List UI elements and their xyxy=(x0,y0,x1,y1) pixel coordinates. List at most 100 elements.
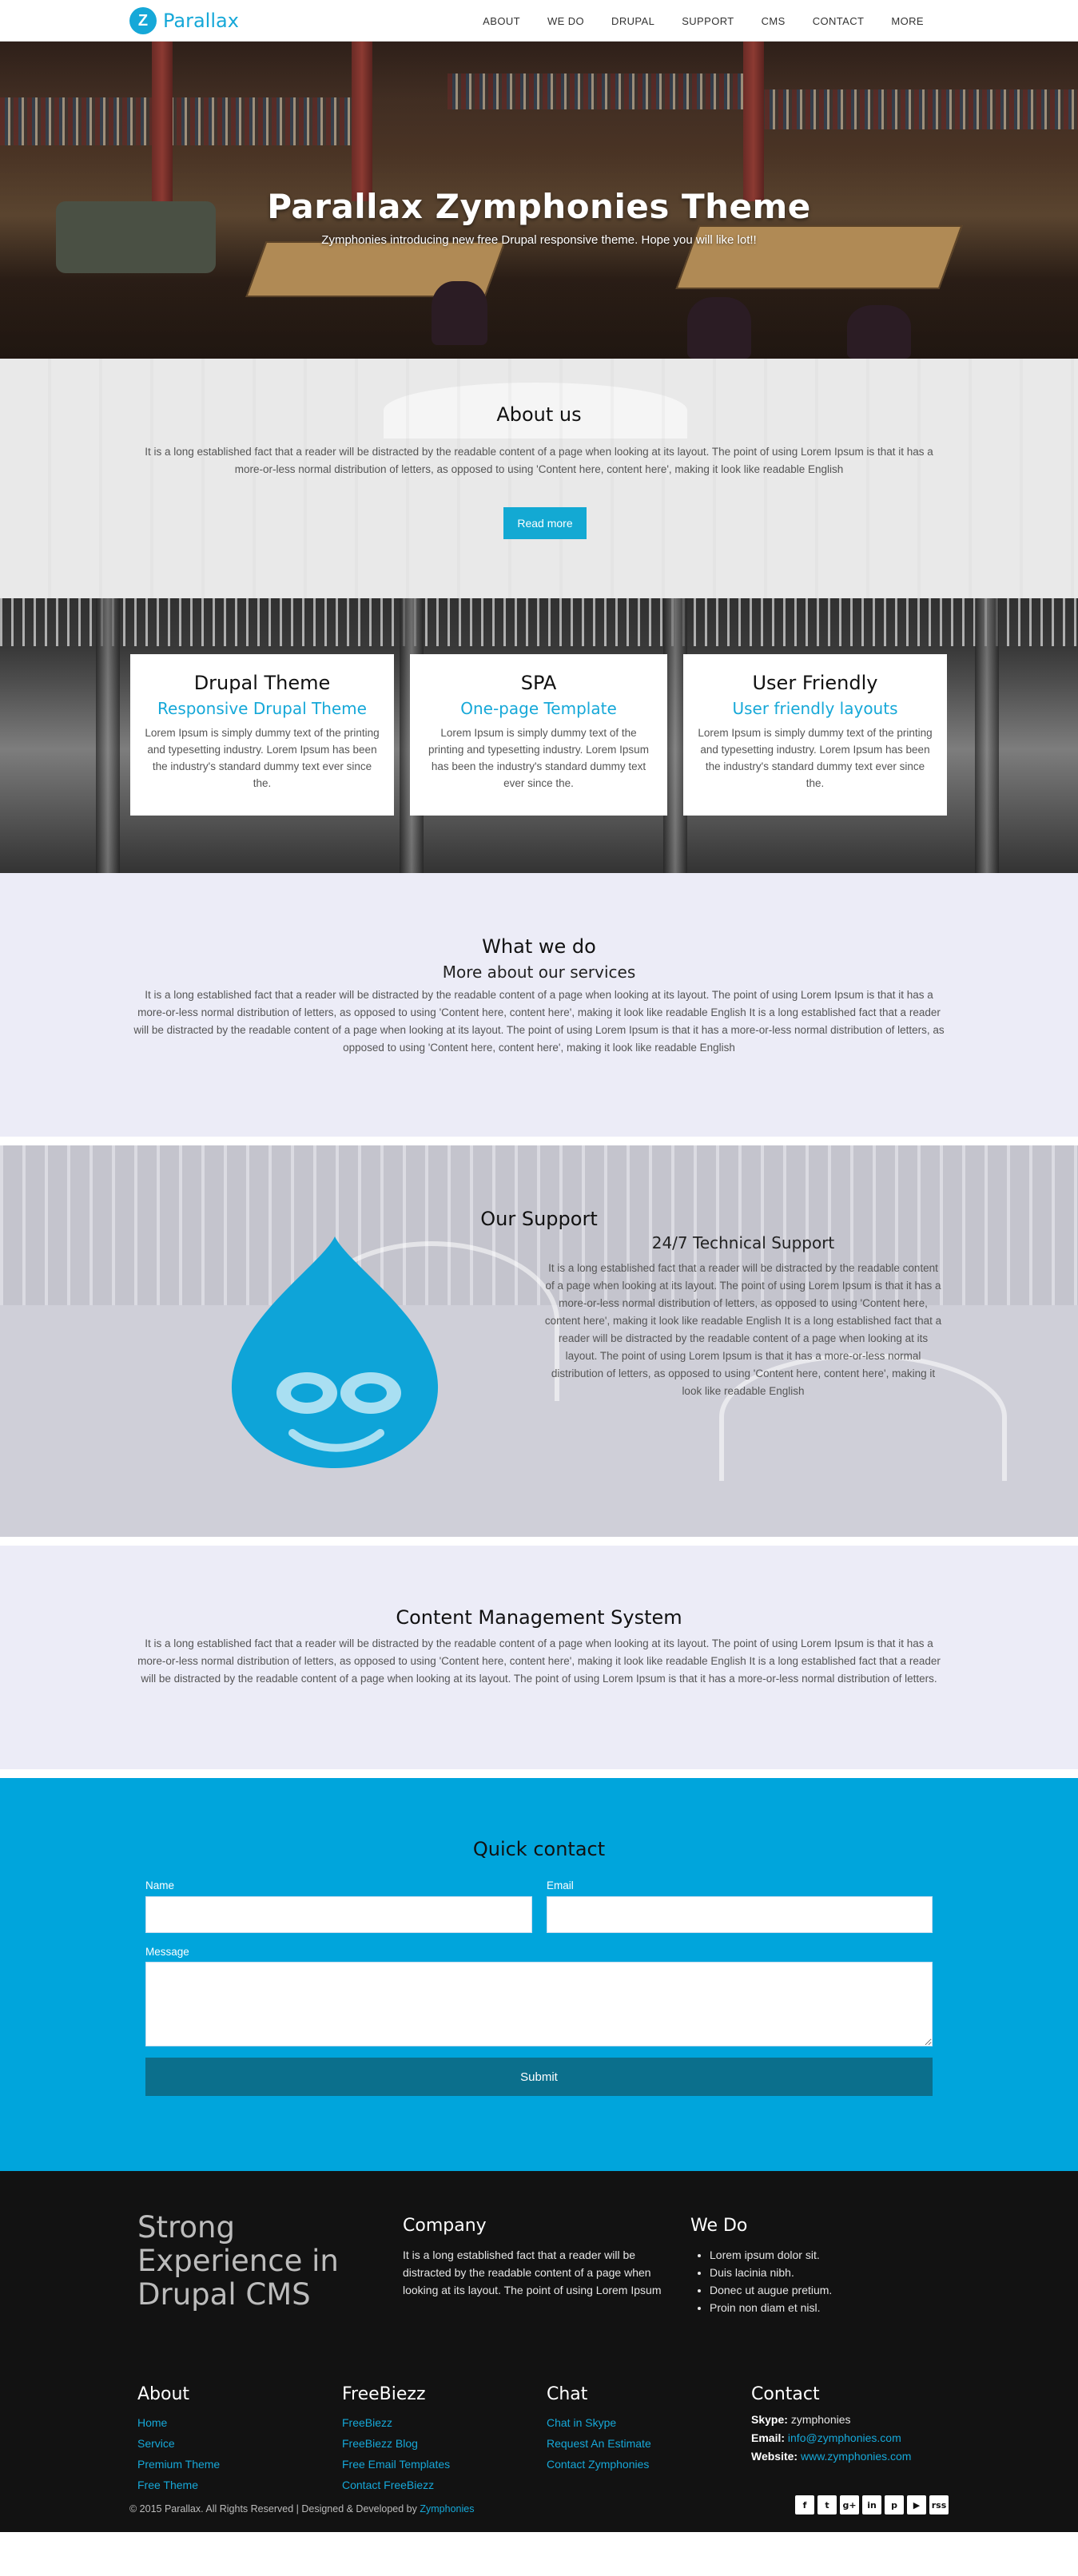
linkedin-icon[interactable]: in xyxy=(862,2495,881,2514)
submit-button[interactable]: Submit xyxy=(145,2058,933,2096)
footer-contact-title: Contact xyxy=(751,2384,820,2404)
menu-item-drupal[interactable]: DRUPAL xyxy=(598,15,668,27)
name-input[interactable] xyxy=(145,1896,532,1933)
copyright-link[interactable]: Zymphonies xyxy=(420,2503,474,2514)
what-we-do-text: It is a long established fact that a rea… xyxy=(133,989,945,1054)
main-menu: ABOUT WE DO DRUPAL SUPPORT CMS CONTACT M… xyxy=(469,0,937,42)
footer-company-text: It is a long established fact that a rea… xyxy=(403,2249,662,2296)
background-beams xyxy=(0,598,1078,646)
pillar-decoration xyxy=(352,42,372,201)
logo-icon: Z xyxy=(129,7,157,34)
site-name: Parallax xyxy=(163,10,239,32)
feature-title: User Friendly xyxy=(752,672,878,694)
website-link[interactable]: www.zymphonies.com xyxy=(801,2450,912,2463)
email-link[interactable]: info@zymphonies.com xyxy=(788,2431,901,2444)
footer-link-free-email-templates[interactable]: Free Email Templates xyxy=(342,2454,450,2475)
contact-title: Quick contact xyxy=(472,1838,606,1860)
footer-about-links: Home Service Premium Theme Free Theme xyxy=(137,2412,220,2495)
contact-section: Quick contact Name Email Message Submit xyxy=(0,1778,1078,2171)
contact-website: Website: www.zymphonies.com xyxy=(751,2450,911,2463)
brand[interactable]: Z Parallax xyxy=(129,7,239,34)
copyright: © 2015 Parallax. All Rights Reserved | D… xyxy=(129,2503,474,2514)
background-pattern xyxy=(0,359,1078,598)
about-title: About us xyxy=(496,403,582,426)
footer-chat-links: Chat in Skype Request An Estimate Contac… xyxy=(547,2412,651,2475)
chair-decoration xyxy=(847,305,911,359)
email-input[interactable] xyxy=(547,1896,933,1933)
footer-link-freebiezz[interactable]: FreeBiezz xyxy=(342,2412,450,2433)
read-more-button[interactable]: Read more xyxy=(503,507,587,539)
top-navbar: Z Parallax ABOUT WE DO DRUPAL SUPPORT CM… xyxy=(0,0,1078,42)
menu-item-more[interactable]: MORE xyxy=(877,15,937,27)
cms-title: Content Management System xyxy=(396,1606,682,1629)
footer-link-service[interactable]: Service xyxy=(137,2433,220,2454)
name-label: Name xyxy=(145,1879,175,1891)
hero-subtitle: Zymphonies introducing new free Drupal r… xyxy=(321,233,757,247)
support-section: Our Support 24/7 Technical Support It is… xyxy=(0,1145,1078,1537)
footer-link-free-theme[interactable]: Free Theme xyxy=(137,2475,220,2495)
footer-chat-title: Chat xyxy=(547,2384,588,2404)
footer-we-do-title: We Do xyxy=(690,2216,748,2236)
pillar-decoration xyxy=(152,42,173,201)
footer-link-home[interactable]: Home xyxy=(137,2412,220,2433)
what-we-do-section: What we do More about our services It is… xyxy=(0,873,1078,1137)
menu-item-we-do[interactable]: WE DO xyxy=(534,15,598,27)
footer-about-title: About xyxy=(137,2384,190,2404)
contact-skype: Skype: zymphonies xyxy=(751,2413,851,2426)
cms-text: It is a long established fact that a rea… xyxy=(137,1637,941,1685)
list-item: Lorem ipsum dolor sit. xyxy=(710,2246,832,2264)
pinterest-icon[interactable]: p xyxy=(885,2495,904,2514)
support-text: It is a long established fact that a rea… xyxy=(544,1262,942,1397)
menu-item-support[interactable]: SUPPORT xyxy=(668,15,747,27)
skype-label: Skype: xyxy=(751,2413,788,2426)
list-item: Proin non diam et nisl. xyxy=(710,2299,832,2316)
hero-title: Parallax Zymphonies Theme xyxy=(267,187,811,226)
message-textarea[interactable] xyxy=(145,1962,933,2046)
footer-we-do-list: Lorem ipsum dolor sit. Duis lacinia nibh… xyxy=(710,2246,832,2316)
feature-title: SPA xyxy=(520,672,557,694)
menu-item-cms[interactable]: CMS xyxy=(748,15,799,27)
bookshelf-decoration xyxy=(448,73,751,109)
footer: Strong Experience in Drupal CMS Company … xyxy=(0,2171,1078,2532)
chair-decoration xyxy=(687,297,751,359)
email-label: Email: xyxy=(751,2431,786,2444)
social-links: f t g+ in p ▶ rss xyxy=(795,2495,949,2514)
twitter-icon[interactable]: t xyxy=(817,2495,837,2514)
drupal-drop-icon xyxy=(231,1236,439,1468)
menu-item-about[interactable]: ABOUT xyxy=(469,15,534,27)
footer-freebiezz-title: FreeBiezz xyxy=(342,2384,426,2404)
support-subtitle: 24/7 Technical Support xyxy=(651,1233,835,1252)
list-item: Duis lacinia nibh. xyxy=(710,2264,832,2281)
section-divider xyxy=(0,1137,1078,1145)
footer-tagline: Strong Experience in Drupal CMS xyxy=(137,2210,339,2312)
feature-subtitle: Responsive Drupal Theme xyxy=(157,699,367,718)
menu-item-contact[interactable]: CONTACT xyxy=(799,15,878,27)
feature-text: Lorem Ipsum is simply dummy text of the … xyxy=(698,727,933,789)
footer-freebiezz-links: FreeBiezz FreeBiezz Blog Free Email Temp… xyxy=(342,2412,450,2495)
skype-value: zymphonies xyxy=(790,2413,851,2426)
rss-icon[interactable]: rss xyxy=(929,2495,949,2514)
feature-subtitle: One-page Template xyxy=(460,699,617,718)
footer-link-freebiezz-blog[interactable]: FreeBiezz Blog xyxy=(342,2433,450,2454)
feature-card-drupal-theme: Drupal Theme Responsive Drupal Theme Lor… xyxy=(130,654,394,816)
feature-text: Lorem Ipsum is simply dummy text of the … xyxy=(145,727,380,789)
youtube-icon[interactable]: ▶ xyxy=(907,2495,926,2514)
google-plus-icon[interactable]: g+ xyxy=(840,2495,859,2514)
about-section: About us It is a long established fact t… xyxy=(0,359,1078,598)
footer-link-contact-freebiezz[interactable]: Contact FreeBiezz xyxy=(342,2475,450,2495)
footer-link-chat-in-skype[interactable]: Chat in Skype xyxy=(547,2412,651,2433)
footer-link-contact-zymphonies[interactable]: Contact Zymphonies xyxy=(547,2454,651,2475)
section-divider xyxy=(0,1537,1078,1546)
footer-link-premium-theme[interactable]: Premium Theme xyxy=(137,2454,220,2475)
cms-section: Content Management System It is a long e… xyxy=(0,1546,1078,1769)
chair-decoration xyxy=(432,281,487,345)
feature-card-user-friendly: User Friendly User friendly layouts Lore… xyxy=(683,654,947,816)
hero-banner: Parallax Zymphonies Theme Zymphonies int… xyxy=(0,42,1078,359)
support-title: Our Support xyxy=(480,1208,598,1230)
section-divider xyxy=(0,1769,1078,1778)
website-label: Website: xyxy=(751,2450,798,2463)
facebook-icon[interactable]: f xyxy=(795,2495,814,2514)
contact-email: Email: info@zymphonies.com xyxy=(751,2431,901,2444)
footer-link-request-estimate[interactable]: Request An Estimate xyxy=(547,2433,651,2454)
feature-subtitle: User friendly layouts xyxy=(732,699,898,718)
